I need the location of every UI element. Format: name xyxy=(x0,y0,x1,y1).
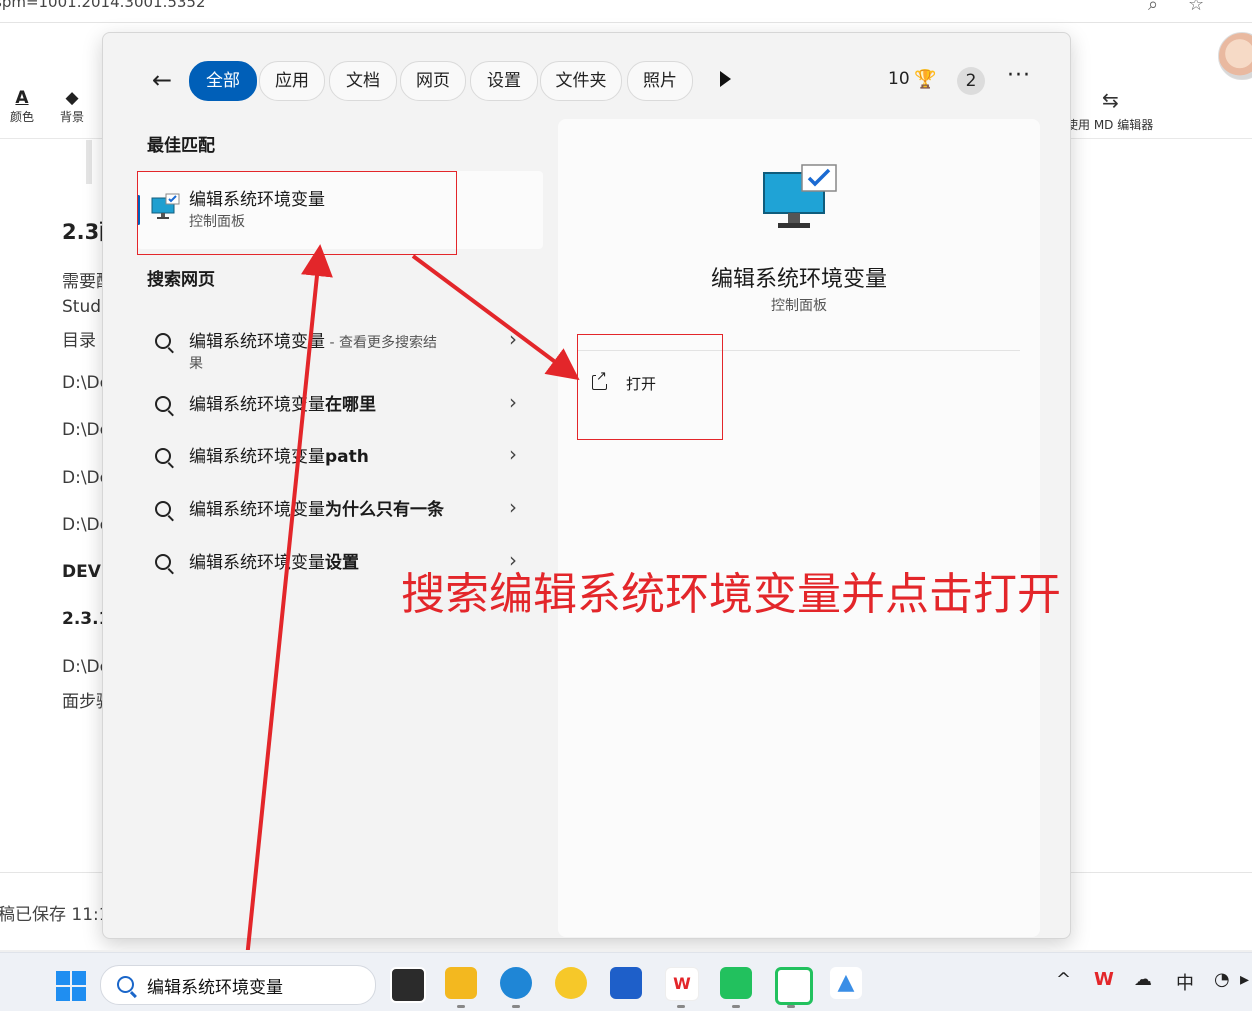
web-result-text: 编辑系统环境变量 xyxy=(189,500,325,520)
file-explorer-icon[interactable] xyxy=(445,967,477,999)
md-editor-label: 使用 MD 编辑器 xyxy=(1066,118,1154,132)
more-filters-play-icon[interactable] xyxy=(720,71,731,87)
search-icon xyxy=(155,501,171,517)
best-match-title: 最佳匹配 xyxy=(147,136,215,156)
speaker-icon[interactable]: ▸ xyxy=(1240,969,1249,990)
best-match-subtitle: 控制面板 xyxy=(189,214,245,230)
search-icon xyxy=(155,554,171,570)
chat-app-icon[interactable] xyxy=(775,967,813,1005)
trophy-icon[interactable]: 🏆 xyxy=(914,69,936,90)
filter-folders[interactable]: 文件夹 xyxy=(540,61,622,101)
web-result-bold: 在哪里 xyxy=(325,395,376,415)
web-result-hint: - 查看更多搜索结 xyxy=(325,335,437,351)
background-button[interactable]: ◆ 背景 xyxy=(52,88,92,125)
search-icon xyxy=(155,396,171,412)
running-indicator xyxy=(457,1005,465,1008)
system-properties-icon xyxy=(151,193,181,225)
filter-photos[interactable]: 照片 xyxy=(627,61,693,101)
quote-bar xyxy=(86,140,92,184)
selection-indicator xyxy=(137,195,140,225)
ime-indicator[interactable]: 中 xyxy=(1176,969,1194,995)
detail-subtitle: 控制面板 xyxy=(771,298,827,314)
web-result-text: 编辑系统环境变量 xyxy=(189,553,325,573)
start-search-panel: ← 全部 应用 文档 网页 设置 文件夹 照片 10 🏆 2 ··· 最佳匹配 … xyxy=(102,32,1071,939)
wifi-icon[interactable]: ◔ xyxy=(1214,969,1230,990)
web-result-bold: 为什么只有一条 xyxy=(325,500,444,520)
web-result-text: 编辑系统环境变量 xyxy=(189,332,325,352)
result-detail-pane: 编辑系统环境变量 控制面板 打开 xyxy=(558,119,1040,937)
running-indicator xyxy=(787,1005,795,1008)
wps-tray-icon[interactable]: W xyxy=(1094,969,1114,990)
wechat-icon[interactable] xyxy=(720,967,752,999)
web-result-bold: 设置 xyxy=(325,553,359,573)
avatar[interactable] xyxy=(1218,32,1252,80)
font-color-icon: A xyxy=(15,88,29,108)
detail-name: 编辑系统环境变量 xyxy=(710,267,887,292)
running-indicator xyxy=(677,1005,685,1008)
filter-web[interactable]: 网页 xyxy=(400,61,466,101)
favorite-star-icon[interactable]: ☆ xyxy=(1188,0,1204,15)
background-label: 背景 xyxy=(59,110,84,124)
zoom-icon[interactable]: ⌕ xyxy=(1148,0,1158,15)
filter-settings[interactable]: 设置 xyxy=(470,61,538,101)
back-arrow-icon[interactable]: ← xyxy=(149,67,175,93)
chevron-up-icon[interactable]: ^ xyxy=(1056,969,1071,990)
edge-browser-icon[interactable] xyxy=(500,967,532,999)
web-result-bold: path xyxy=(325,447,369,467)
doc-line: Studi xyxy=(62,297,106,317)
doc-line: DEVI xyxy=(62,562,108,582)
filter-all[interactable]: 全部 xyxy=(189,61,257,101)
url-text: spm=1001.2014.3001.5352 xyxy=(0,0,206,11)
chevron-right-icon: › xyxy=(509,495,517,519)
more-options-icon[interactable]: ··· xyxy=(1007,63,1031,88)
open-label: 打开 xyxy=(626,375,657,393)
web-result-text: 编辑系统环境变量 xyxy=(189,395,325,415)
paint-bucket-icon: ◆ xyxy=(65,88,79,108)
chevron-right-icon: › xyxy=(509,390,517,414)
taskbar-search-input[interactable]: 编辑系统环境变量 xyxy=(100,965,376,1005)
taskbar-search-value: 编辑系统环境变量 xyxy=(147,978,283,998)
web-result-hint-line2: 果 xyxy=(189,356,203,372)
best-match-item[interactable]: 编辑系统环境变量 控制面板 xyxy=(137,171,543,249)
notification-badge[interactable]: 2 xyxy=(957,67,985,95)
cloud-drive-icon[interactable]: ▲ xyxy=(830,967,862,999)
windows-start-icon[interactable] xyxy=(56,971,86,1001)
cloud-icon[interactable]: ☁ xyxy=(1134,969,1152,990)
search-icon xyxy=(117,976,134,993)
filter-documents[interactable]: 文档 xyxy=(329,61,397,101)
address-bar[interactable]: spm=1001.2014.3001.5352 ⌕ ☆ xyxy=(0,0,1252,23)
open-external-icon xyxy=(592,369,607,390)
filter-apps[interactable]: 应用 xyxy=(259,61,325,101)
search-icon xyxy=(155,448,171,464)
wps-office-icon[interactable]: W xyxy=(665,967,699,1001)
font-color-label: 颜色 xyxy=(9,110,34,124)
detail-divider xyxy=(578,350,1020,351)
system-properties-large-icon xyxy=(762,163,838,237)
save-status: 稿已保存 11:1 xyxy=(0,905,110,925)
doc-line: 目录 xyxy=(62,331,96,351)
web-result-text: 编辑系统环境变量 xyxy=(189,447,325,467)
annotation-text: 搜索编辑系统环境变量并点击打开 xyxy=(401,569,1061,620)
font-color-button[interactable]: A 颜色 xyxy=(2,88,42,125)
open-button[interactable]: 打开 xyxy=(592,369,712,401)
chevron-right-icon: › xyxy=(509,327,517,351)
music-app-icon[interactable] xyxy=(555,967,587,999)
store-icon[interactable] xyxy=(610,967,642,999)
search-icon xyxy=(155,333,171,349)
switch-arrows-icon: ⇆ xyxy=(1102,88,1119,112)
search-web-title: 搜索网页 xyxy=(147,270,215,290)
task-view-icon[interactable] xyxy=(390,967,426,1003)
best-match-name: 编辑系统环境变量 xyxy=(189,190,325,210)
chevron-right-icon: › xyxy=(509,442,517,466)
running-indicator xyxy=(732,1005,740,1008)
rewards-points[interactable]: 10 xyxy=(888,69,910,89)
running-indicator xyxy=(512,1005,520,1008)
taskbar: 编辑系统环境变量 W ▲ ^ W ☁ 中 ◔ ▸ xyxy=(0,952,1252,1011)
